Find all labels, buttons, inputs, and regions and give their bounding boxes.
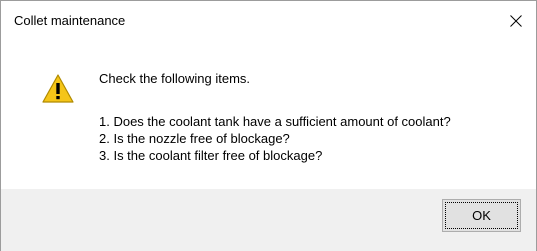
title-bar: Collet maintenance: [1, 1, 536, 41]
message-heading: Check the following items.: [99, 71, 251, 86]
check-item: 3. Is the coolant filter free of blockag…: [99, 148, 323, 163]
close-button[interactable]: [496, 1, 536, 41]
message-area: Check the following items. 1. Does the c…: [1, 41, 536, 189]
check-item: 2. Is the nozzle free of blockage?: [99, 131, 290, 146]
close-icon: [510, 15, 522, 27]
check-items-list: 1. Does the coolant tank have a sufficie…: [99, 113, 451, 164]
ok-button[interactable]: OK: [442, 199, 521, 232]
check-item: 1. Does the coolant tank have a sufficie…: [99, 114, 451, 129]
collet-maintenance-dialog: Collet maintenance Check the following i…: [0, 0, 537, 251]
warning-icon: [42, 74, 74, 103]
window-title: Collet maintenance: [14, 13, 126, 28]
